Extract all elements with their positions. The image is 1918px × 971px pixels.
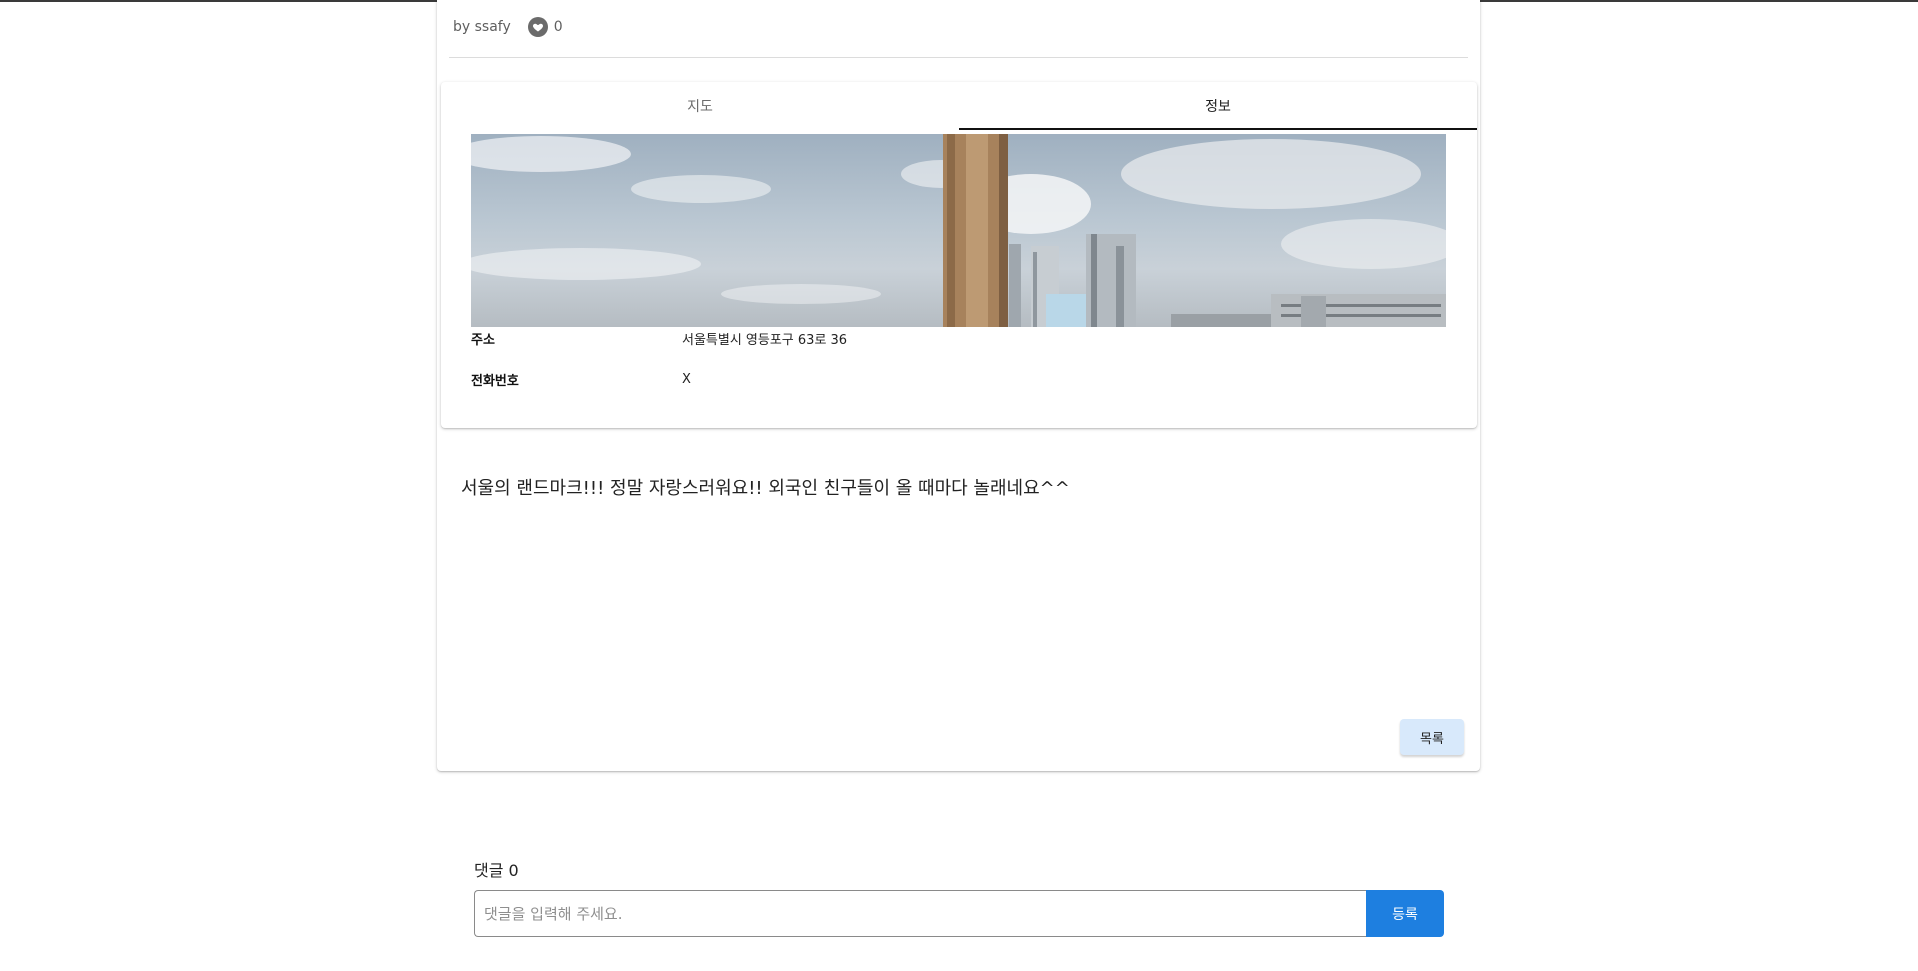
list-button[interactable]: 목록 <box>1400 719 1464 755</box>
address-value: 서울특별시 영등포구 63로 36 <box>682 332 848 348</box>
address-label: 주소 <box>471 332 495 348</box>
tab-bar: 지도 정보 <box>441 82 1477 130</box>
phone-row: 전화번호 X <box>471 367 1446 391</box>
address-row: 주소 서울특별시 영등포구 63로 36 <box>471 326 1446 350</box>
heart-icon[interactable] <box>527 17 548 37</box>
post-card: by ssafy 0 지도 정보 주소 서울특별시 영등포구 63로 36 전화… <box>437 0 1480 771</box>
tab-map[interactable]: 지도 <box>441 82 959 130</box>
like-count: 0 <box>553 19 563 35</box>
tab-info[interactable]: 정보 <box>959 82 1477 130</box>
post-content: 서울의 랜드마크!!! 정말 자랑스러워요!! 외국인 친구들이 올 때마다 놀… <box>461 478 1070 499</box>
comment-input[interactable] <box>474 890 1366 937</box>
post-author: by ssafy <box>453 19 511 35</box>
phone-value: X <box>682 371 691 387</box>
phone-label: 전화번호 <box>471 373 519 389</box>
post-meta: by ssafy 0 <box>453 17 563 37</box>
comment-count: 댓글 0 <box>474 861 519 880</box>
submit-comment-button[interactable]: 등록 <box>1366 890 1444 937</box>
divider <box>449 57 1468 58</box>
comment-form: 등록 <box>474 890 1444 937</box>
place-photo <box>471 134 1446 327</box>
place-tabs-card: 지도 정보 주소 서울특별시 영등포구 63로 36 전화번호 X <box>441 82 1477 428</box>
